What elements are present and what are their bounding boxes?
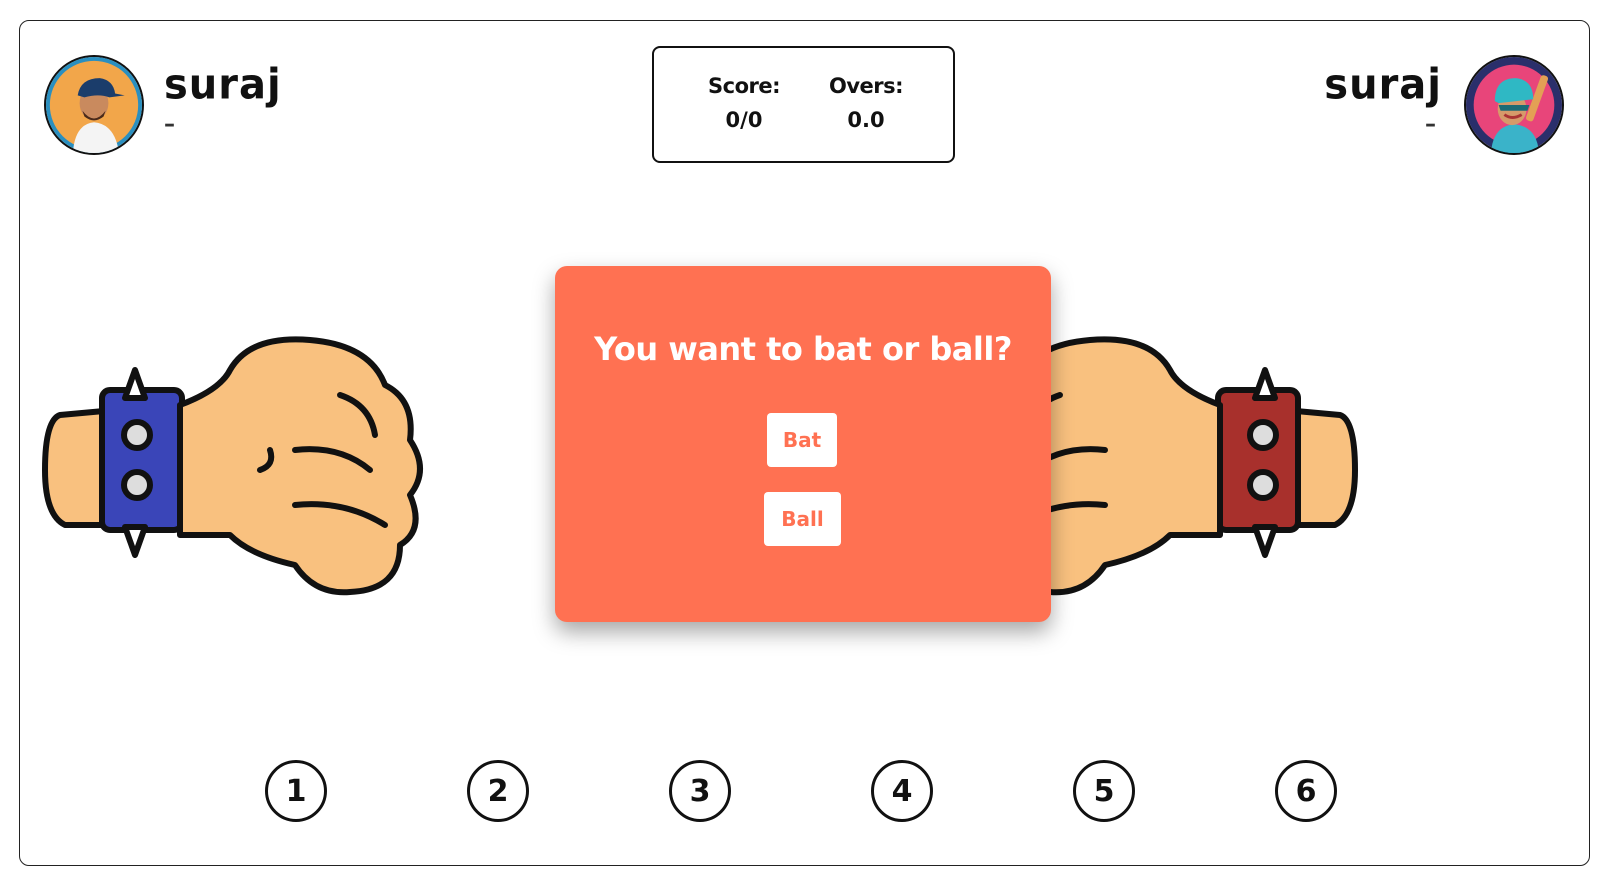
number-button-2[interactable]: 2 — [467, 760, 529, 822]
helmet-batsman-avatar-icon — [1464, 55, 1564, 155]
score-block: Score: 0/0 — [684, 74, 804, 132]
ball-button[interactable]: Ball — [764, 492, 841, 546]
player-right-name: suraj — [1324, 60, 1442, 110]
scoreboard: Score: 0/0 Overs: 0.0 — [652, 46, 955, 163]
player-right-status: – — [1425, 112, 1436, 137]
number-button-6[interactable]: 6 — [1275, 760, 1337, 822]
overs-label: Overs: — [828, 74, 904, 98]
player-left-name: suraj — [164, 60, 282, 110]
dialog-question: You want to bat or ball? — [594, 330, 1012, 368]
bat-or-ball-dialog: You want to bat or ball? Bat Ball — [555, 266, 1051, 622]
number-button-4[interactable]: 4 — [871, 760, 933, 822]
score-label: Score: — [708, 74, 781, 98]
batsman-avatar-icon — [44, 55, 144, 155]
left-fist-icon — [40, 330, 460, 620]
number-button-1[interactable]: 1 — [265, 760, 327, 822]
score-value: 0/0 — [725, 108, 763, 132]
bat-button[interactable]: Bat — [767, 413, 837, 467]
overs-value: 0.0 — [847, 108, 885, 132]
number-button-5[interactable]: 5 — [1073, 760, 1135, 822]
overs-block: Overs: 0.0 — [806, 74, 926, 132]
number-button-3[interactable]: 3 — [669, 760, 731, 822]
player-left-status: – — [164, 112, 175, 137]
